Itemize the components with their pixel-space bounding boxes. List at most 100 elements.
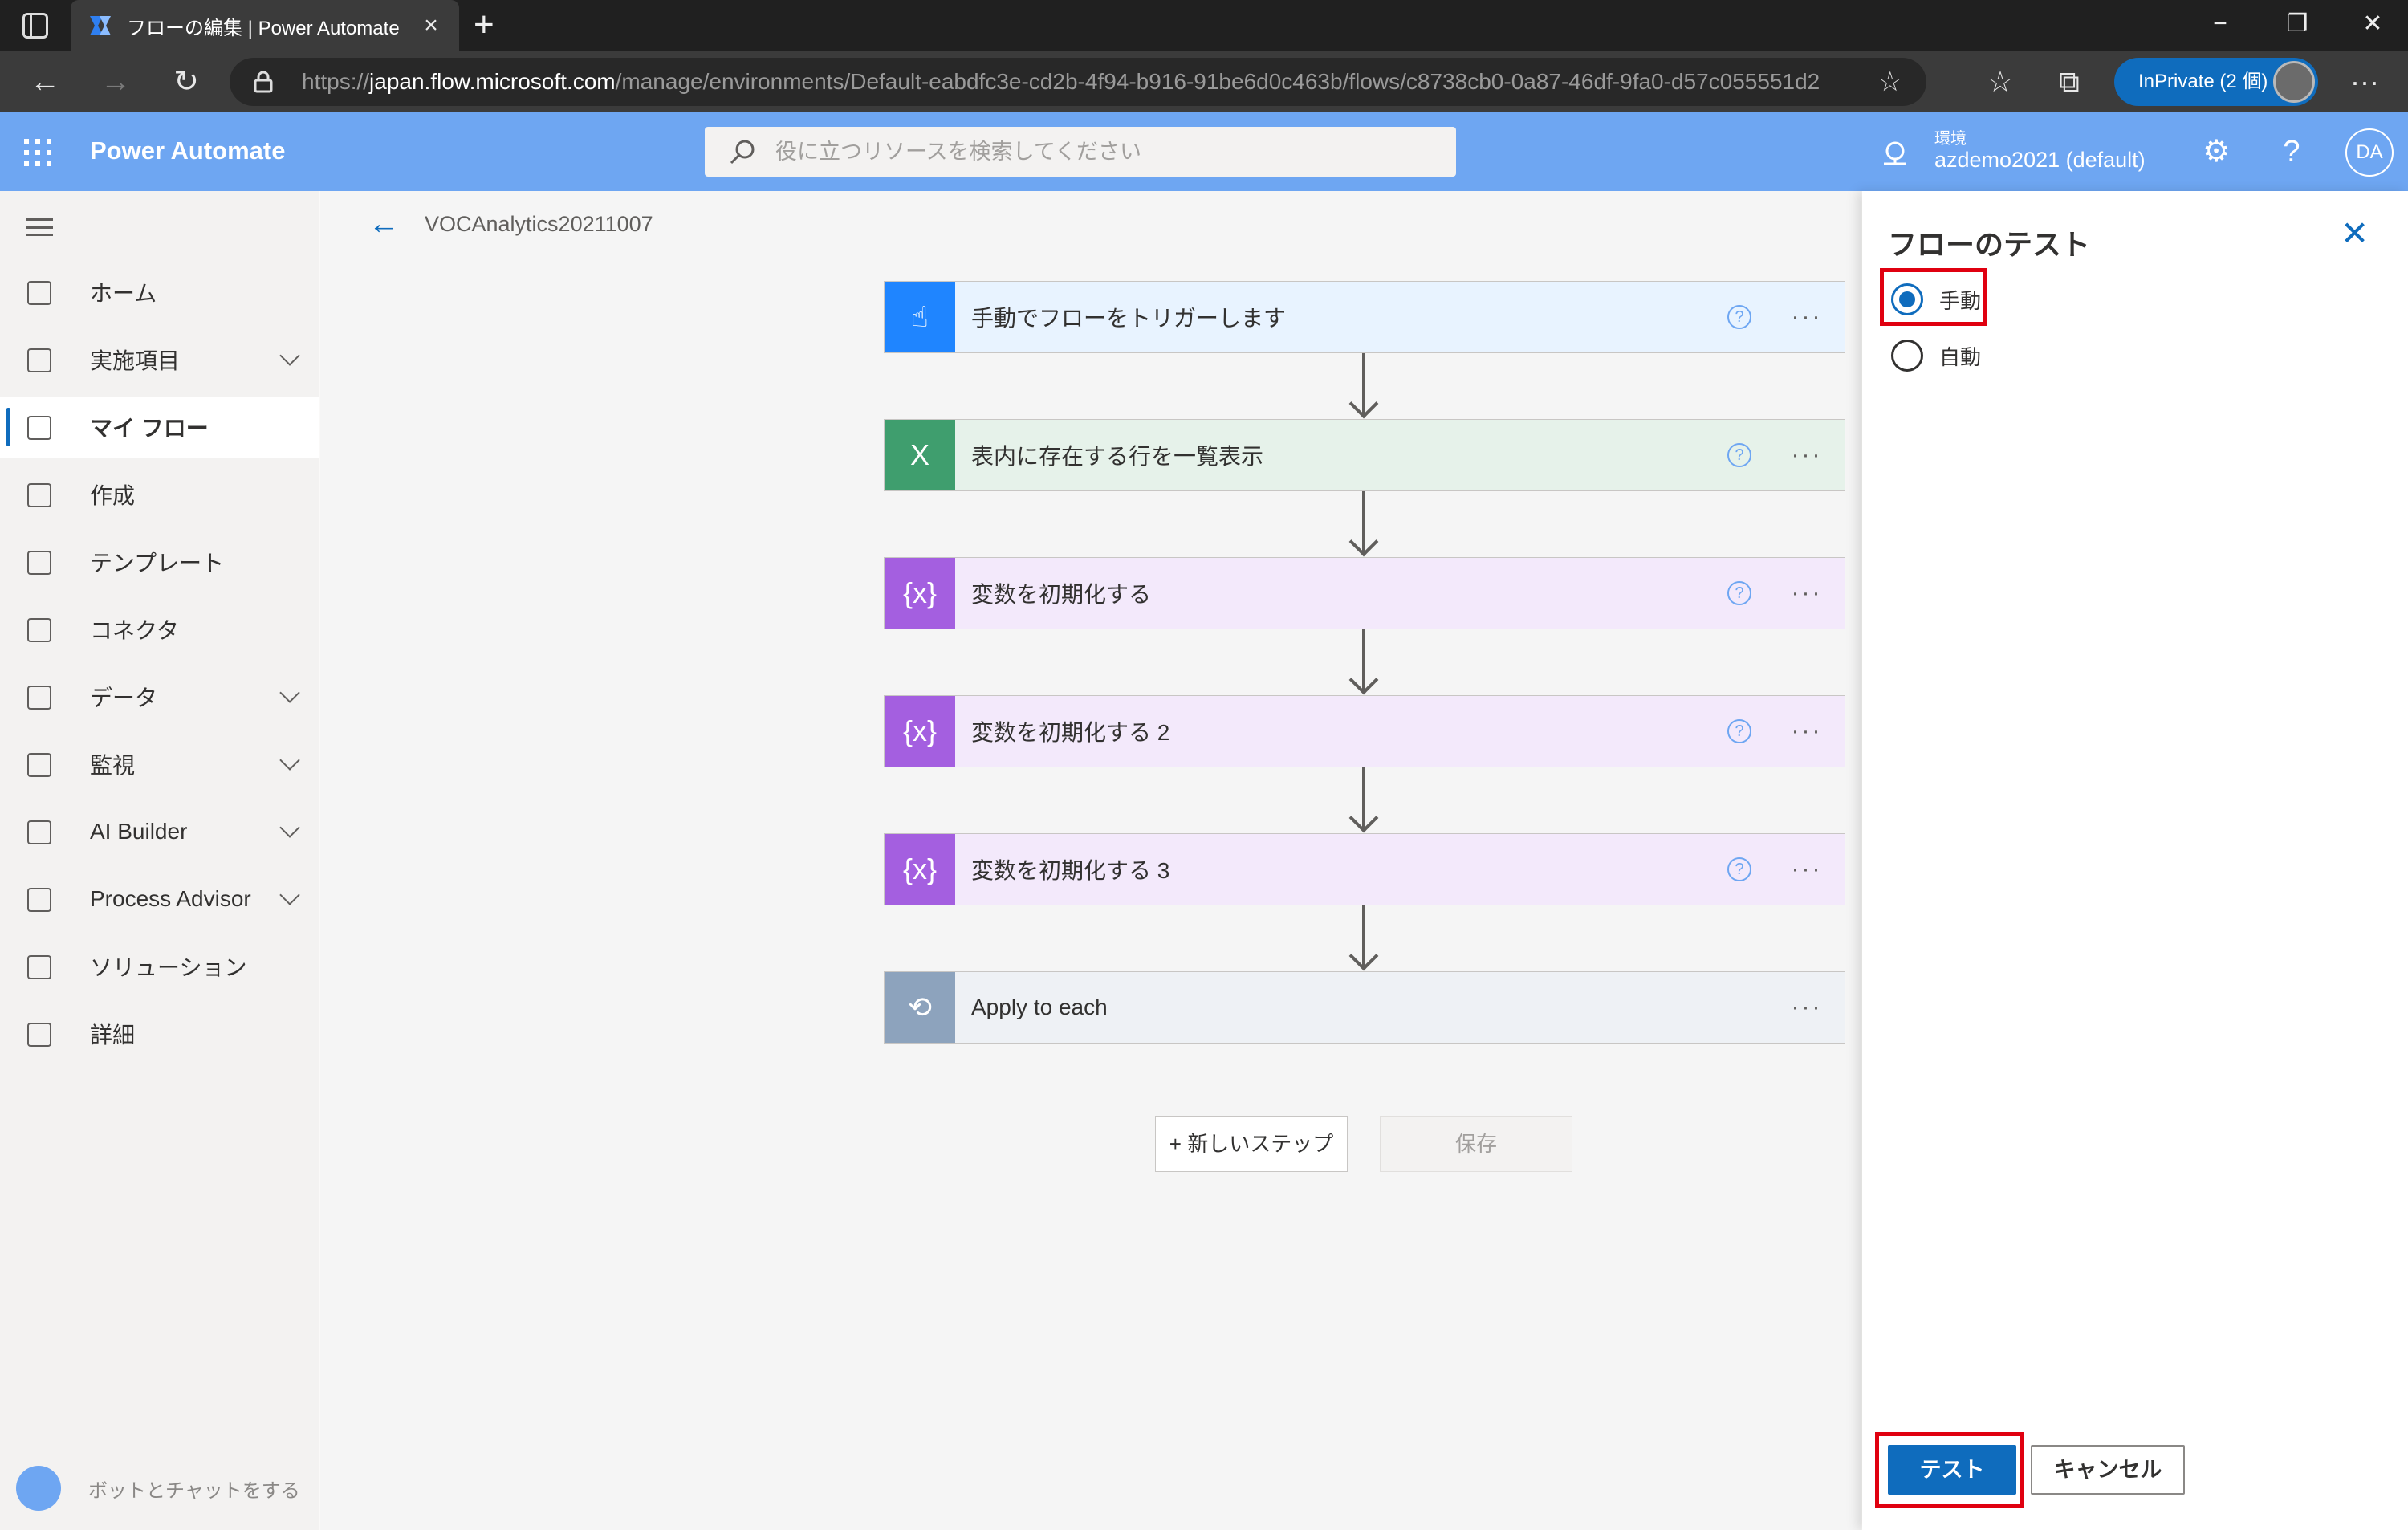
excel-icon: X (885, 420, 955, 490)
radio-automatic-circle[interactable] (1891, 340, 1923, 372)
sidebar-item-5[interactable]: コネクタ (0, 599, 319, 660)
environment-name[interactable]: azdemo2021 (default) (1934, 148, 2146, 173)
more-options-icon[interactable]: ··· (1787, 856, 1827, 883)
app-launcher-icon[interactable] (24, 139, 51, 166)
search-placeholder: 役に立つリソースを検索してください (775, 140, 1142, 164)
flow-icon (27, 416, 51, 440)
environment-label: 環境 (1934, 130, 1967, 148)
chevron-down-icon[interactable] (279, 345, 300, 366)
more-options-icon[interactable]: ··· (1787, 303, 1827, 331)
tab-close-icon[interactable]: × (419, 12, 443, 39)
refresh-icon[interactable]: ↻ (167, 63, 205, 101)
settings-gear-icon[interactable]: ⚙ (2198, 133, 2235, 170)
save-button[interactable]: 保存 (1380, 1116, 1572, 1172)
more-options-icon[interactable]: ··· (1787, 442, 1827, 469)
sidebar-item-1[interactable]: 実施項目 (0, 329, 319, 390)
favorites-icon[interactable]: ☆ (1979, 61, 2021, 103)
flow-step-label: 変数を初期化する 2 (971, 720, 1170, 745)
flow-step-label: 表内に存在する行を一覧表示 (971, 444, 1264, 469)
browser-address-bar: ← → ↻ https://japan.flow.microsoft.com/m… (0, 51, 2408, 112)
restore-icon[interactable]: ❐ (2273, 6, 2321, 42)
browser-tab[interactable]: フローの編集 | Power Automate × (71, 0, 459, 51)
help-icon[interactable]: ? (2273, 133, 2310, 170)
flow-step-card[interactable]: {x} 変数を初期化する 3? ··· (884, 833, 1845, 905)
bot-chat-button[interactable]: ボットとチャットをする (16, 1464, 305, 1512)
help-circle-icon[interactable]: ? (1727, 857, 1751, 881)
template-icon (27, 551, 51, 575)
flow-designer-canvas: ← VOCAnalytics20211007 ☝ 手動でフローをトリガーします? ·… (320, 191, 1861, 1530)
sidebar-item-4[interactable]: テンプレート (0, 531, 319, 592)
flow-step-card[interactable]: {x} 変数を初期化する? ··· (884, 557, 1845, 629)
arrow-down-icon (1348, 527, 1379, 557)
forward-icon[interactable]: → (96, 63, 135, 101)
monitor-icon (27, 753, 51, 777)
back-icon[interactable]: ← (26, 63, 64, 101)
sidebar-item-label: 監視 (90, 753, 136, 778)
sidebar-item-10[interactable]: ソリューション (0, 936, 319, 997)
url-prefix: https:// (302, 69, 370, 94)
flow-step-card[interactable]: {x} 変数を初期化する 2? ··· (884, 695, 1845, 767)
minimize-icon[interactable]: − (2196, 6, 2244, 42)
help-circle-icon[interactable]: ? (1727, 581, 1751, 605)
sidebar-item-0[interactable]: ホーム (0, 262, 319, 323)
arrow-down-icon (1348, 941, 1379, 971)
highlight-box-manual (1880, 268, 1987, 326)
clipboard-icon (27, 348, 51, 372)
chevron-down-icon[interactable] (279, 750, 300, 771)
panel-close-icon[interactable]: ✕ (2341, 215, 2369, 252)
new-step-button[interactable]: + 新しいステップ (1155, 1116, 1348, 1172)
flow-step-card[interactable]: ⟲ Apply to each ··· (884, 971, 1845, 1044)
new-tab-icon[interactable]: + (474, 5, 494, 45)
process-advisor-icon (27, 888, 51, 912)
more-options-icon[interactable]: ··· (1787, 580, 1827, 607)
inprivate-badge[interactable]: InPrivate (2 個) (2114, 58, 2318, 106)
cancel-button[interactable]: キャンセル (2031, 1445, 2185, 1495)
app-name[interactable]: Power Automate (90, 136, 285, 165)
favorite-add-icon[interactable]: ☆ (1878, 66, 1902, 98)
help-circle-icon[interactable]: ? (1727, 719, 1751, 743)
hamburger-menu-icon[interactable] (26, 218, 53, 236)
sidebar-item-label: ホーム (90, 281, 157, 306)
flow-step-card[interactable]: ☝ 手動でフローをトリガーします? ··· (884, 281, 1845, 353)
flow-step-card[interactable]: X 表内に存在する行を一覧表示? ··· (884, 419, 1845, 491)
sidebar-item-label: テンプレート (90, 551, 225, 576)
more-options-icon[interactable]: ··· (1787, 994, 1827, 1021)
flow-step-label: 変数を初期化する (971, 582, 1152, 607)
window-close-icon[interactable]: ✕ (2349, 6, 2397, 42)
back-arrow-icon[interactable]: ← (368, 207, 399, 242)
environment-icon[interactable] (1881, 140, 1909, 167)
tab-actions-icon[interactable] (22, 13, 48, 39)
help-circle-icon[interactable]: ? (1727, 443, 1751, 467)
more-options-icon[interactable]: ··· (1787, 718, 1827, 745)
chevron-down-icon[interactable] (279, 817, 300, 838)
sidebar-item-8[interactable]: AI Builder (0, 801, 319, 862)
flow-name: VOCAnalytics20211007 (425, 212, 653, 236)
profile-avatar-icon (2273, 61, 2315, 103)
arrow-down-icon (1348, 665, 1379, 695)
sidebar-item-7[interactable]: 監視 (0, 734, 319, 795)
sidebar-item-6[interactable]: データ (0, 666, 319, 727)
url-field[interactable]: https://japan.flow.microsoft.com/manage/… (230, 58, 1926, 106)
variable-icon: {x} (885, 696, 955, 767)
sidebar-item-label: 詳細 (90, 1023, 136, 1048)
sidebar-item-2[interactable]: マイ フロー (0, 397, 319, 458)
chevron-down-icon[interactable] (279, 682, 300, 703)
bot-chat-label: ボットとチャットをする (88, 1479, 300, 1502)
sidebar-item-11[interactable]: 詳細 (0, 1003, 319, 1064)
collections-icon[interactable]: ⧉ (2048, 61, 2090, 103)
sidebar-item-label: 作成 (90, 483, 136, 508)
database-icon (27, 686, 51, 710)
browser-menu-icon[interactable]: ··· (2344, 61, 2386, 103)
user-avatar[interactable]: DA (2345, 128, 2394, 177)
radio-automatic[interactable]: 自動 (1891, 336, 2132, 376)
highlight-box-test (1875, 1432, 2024, 1508)
sidebar-item-3[interactable]: 作成 (0, 464, 319, 525)
browser-tab-bar: フローの編集 | Power Automate × + − ❐ ✕ (0, 0, 2408, 51)
tab-title: フローの編集 | Power Automate (127, 17, 400, 39)
flow-step-label: 変数を初期化する 3 (971, 858, 1170, 883)
sidebar-item-label: 実施項目 (90, 348, 181, 373)
help-circle-icon[interactable]: ? (1727, 305, 1751, 329)
chevron-down-icon[interactable] (279, 885, 300, 905)
sidebar-item-9[interactable]: Process Advisor (0, 869, 319, 930)
search-input[interactable]: 役に立つリソースを検索してください (705, 127, 1456, 177)
